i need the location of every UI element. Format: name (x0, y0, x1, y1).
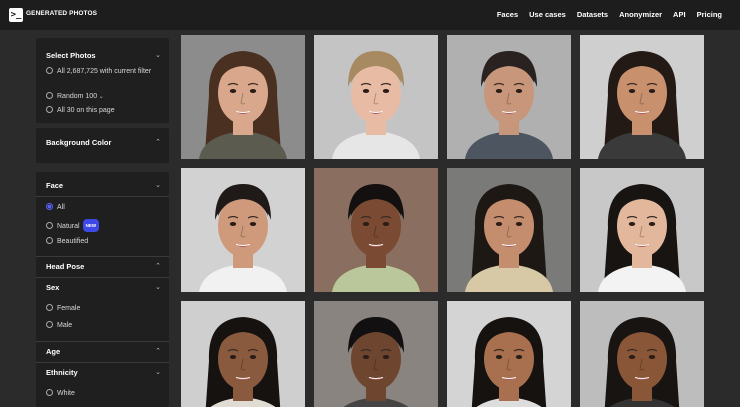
face-photo[interactable] (314, 35, 438, 159)
logo-icon[interactable]: >_ (9, 8, 23, 22)
ethnicity-title: Ethnicity (46, 368, 78, 377)
face-option-natural[interactable]: Natural NEW (46, 219, 163, 232)
age-header[interactable]: Age ⌃ (46, 346, 161, 358)
main-nav: Faces Use cases Datasets Anonymizer API … (497, 10, 722, 19)
face-option-beautified-label: Beautified (57, 238, 89, 245)
select-option-random[interactable]: Random 100 ⌄ (46, 91, 163, 103)
chevron-down-icon: ⌄ (155, 182, 161, 189)
brand-name[interactable]: GENERATED PHOTOS (26, 10, 97, 17)
radio-selected-icon[interactable] (46, 203, 53, 210)
nav-anonymizer[interactable]: Anonymizer (619, 10, 662, 19)
divider (36, 256, 169, 257)
chevron-down-icon: ⌄ (97, 94, 104, 100)
sex-option-male-label: Male (57, 322, 73, 329)
radio-icon[interactable] (46, 222, 53, 229)
chevron-down-icon: ⌄ (155, 284, 161, 291)
chevron-up-icon: ⌃ (155, 263, 161, 270)
face-header[interactable]: Face ⌄ (46, 180, 161, 192)
face-photo[interactable] (314, 301, 438, 407)
select-option-page-label: All 30 on this page (57, 107, 115, 114)
face-filters-panel: Face ⌄ All Natural NEW Beautified Head Po… (36, 172, 169, 407)
nav-use-cases[interactable]: Use cases (529, 10, 566, 19)
select-option-all[interactable]: All 2,687,725 with current filter (46, 66, 163, 77)
chevron-down-icon: ⌄ (155, 369, 161, 376)
divider (36, 362, 169, 363)
select-option-page[interactable]: All 30 on this page (46, 105, 163, 116)
divider (36, 341, 169, 342)
sex-header[interactable]: Sex ⌄ (46, 282, 161, 294)
select-photos-panel: Select Photos ⌄ All 2,687,725 with curre… (36, 38, 169, 123)
divider (36, 196, 169, 197)
filter-sidebar: Select Photos ⌄ All 2,687,725 with curre… (36, 38, 169, 407)
select-photos-title: Select Photos (46, 51, 96, 60)
radio-icon[interactable] (46, 321, 53, 328)
nav-pricing[interactable]: Pricing (697, 10, 722, 19)
radio-icon[interactable] (46, 389, 53, 396)
divider (36, 277, 169, 278)
radio-icon[interactable] (46, 67, 53, 74)
chevron-down-icon: ⌄ (155, 52, 161, 59)
face-photo[interactable] (447, 301, 571, 407)
face-photo[interactable] (314, 168, 438, 292)
background-color-title: Background Color (46, 138, 112, 147)
face-photo[interactable] (447, 168, 571, 292)
face-photo[interactable] (580, 301, 704, 407)
nav-datasets[interactable]: Datasets (577, 10, 608, 19)
radio-icon[interactable] (46, 92, 53, 99)
face-title: Face (46, 181, 64, 190)
face-photo[interactable] (580, 168, 704, 292)
ethnicity-option-white-label: White (57, 390, 75, 397)
chevron-up-icon: ⌃ (155, 348, 161, 355)
face-option-all-label: All (57, 204, 65, 211)
ethnicity-option-white[interactable]: White (46, 388, 163, 399)
radio-icon[interactable] (46, 304, 53, 311)
head-pose-title: Head Pose (46, 262, 85, 271)
new-badge: NEW (82, 219, 100, 232)
background-color-panel: Background Color ⌃ (36, 128, 169, 163)
nav-faces[interactable]: Faces (497, 10, 518, 19)
face-photo[interactable] (580, 35, 704, 159)
ethnicity-header[interactable]: Ethnicity ⌄ (46, 367, 161, 379)
sex-option-female-label: Female (57, 305, 81, 312)
face-photo[interactable] (447, 35, 571, 159)
face-option-all[interactable]: All (46, 202, 163, 213)
nav-api[interactable]: API (673, 10, 686, 19)
sex-option-male[interactable]: Male (46, 320, 163, 331)
face-option-beautified[interactable]: Beautified (46, 236, 163, 247)
background-color-header[interactable]: Background Color ⌃ (46, 137, 161, 149)
sex-title: Sex (46, 283, 60, 292)
face-photo[interactable] (181, 301, 305, 407)
face-photo[interactable] (181, 168, 305, 292)
sex-option-female[interactable]: Female (46, 303, 163, 314)
age-title: Age (46, 347, 61, 356)
select-photos-header[interactable]: Select Photos ⌄ (46, 50, 161, 62)
chevron-up-icon: ⌃ (155, 139, 161, 146)
face-photo[interactable] (181, 35, 305, 159)
select-option-random-label: Random 100 (57, 93, 98, 100)
top-navigation-bar: >_ GENERATED PHOTOS Faces Use cases Data… (0, 0, 740, 30)
head-pose-header[interactable]: Head Pose ⌃ (46, 261, 161, 273)
radio-icon[interactable] (46, 237, 53, 244)
radio-icon[interactable] (46, 106, 53, 113)
select-option-all-label: All 2,687,725 with current filter (57, 68, 152, 75)
face-option-natural-label: Natural (57, 223, 80, 230)
